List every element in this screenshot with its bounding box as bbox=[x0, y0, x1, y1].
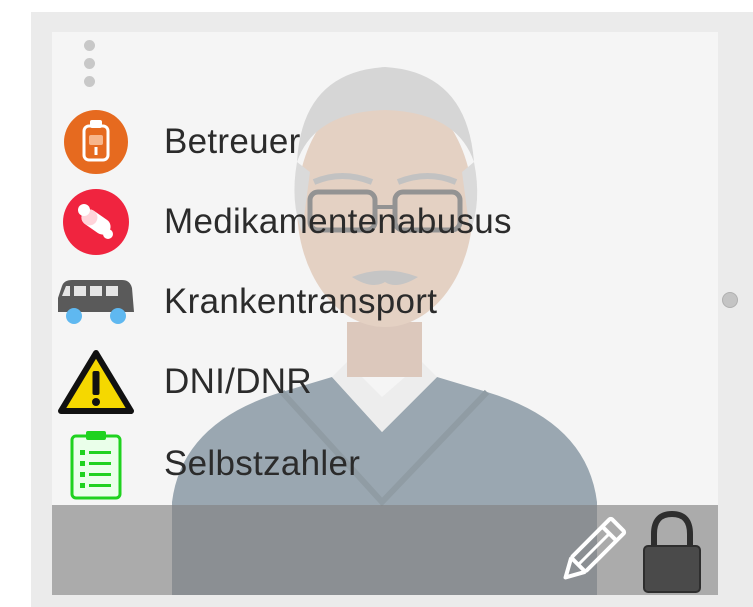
drag-handle-dot bbox=[84, 40, 95, 51]
drag-handle-dot bbox=[84, 58, 95, 69]
lock-icon[interactable] bbox=[642, 510, 702, 594]
attribute-item-medikamentenabusus: Medikamentenabusus bbox=[56, 186, 656, 258]
attribute-label: Krankentransport bbox=[164, 282, 438, 321]
attribute-item-selbstzahler: Selbstzahler bbox=[56, 428, 656, 500]
patient-card: Betreuer Medikamentenabusus Krankentrans… bbox=[52, 32, 718, 595]
drag-handle[interactable] bbox=[84, 40, 96, 100]
side-handle[interactable] bbox=[722, 292, 738, 308]
attribute-item-dni-dnr: DNI/DNR bbox=[56, 346, 656, 418]
attribute-label: Betreuer bbox=[164, 122, 301, 161]
pill-abuse-icon bbox=[56, 186, 136, 258]
attribute-label: DNI/DNR bbox=[164, 362, 312, 401]
pencil-icon[interactable] bbox=[552, 512, 630, 592]
checklist-clipboard-icon bbox=[56, 428, 136, 500]
ambulance-vehicle-icon bbox=[56, 266, 136, 338]
attribute-item-betreuer: Betreuer bbox=[56, 106, 656, 178]
warning-triangle-icon bbox=[56, 346, 136, 418]
attribute-label: Medikamentenabusus bbox=[164, 202, 512, 241]
attribute-label: Selbstzahler bbox=[164, 444, 361, 483]
drag-handle-dot bbox=[84, 76, 95, 87]
caregiver-badge-icon bbox=[56, 106, 136, 178]
attribute-item-krankentransport: Krankentransport bbox=[56, 266, 656, 338]
